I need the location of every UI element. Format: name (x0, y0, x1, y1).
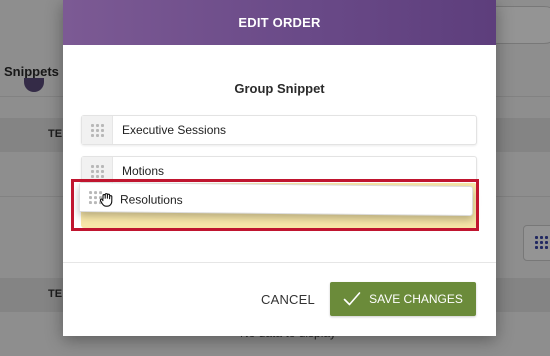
footer-divider (63, 262, 496, 263)
dialog-header: EDIT ORDER (63, 0, 496, 45)
group-title: Group Snippet (234, 81, 325, 96)
cancel-button[interactable]: CANCEL (255, 288, 321, 311)
highlight-annotation (71, 179, 479, 231)
grip-dots-icon (90, 164, 104, 178)
check-icon (343, 292, 361, 306)
save-changes-button[interactable]: SAVE CHANGES (330, 282, 476, 316)
edit-order-dialog: EDIT ORDER Group Snippet Executive Sessi… (63, 0, 496, 336)
item-label: Motions (122, 164, 165, 178)
drag-handle[interactable] (82, 116, 113, 144)
grip-dots-icon (90, 123, 104, 137)
save-button-label: SAVE CHANGES (369, 292, 463, 306)
dialog-title: EDIT ORDER (238, 15, 321, 30)
item-label: Executive Sessions (122, 123, 227, 137)
sortable-item-executive-sessions[interactable]: Executive Sessions (81, 115, 477, 145)
